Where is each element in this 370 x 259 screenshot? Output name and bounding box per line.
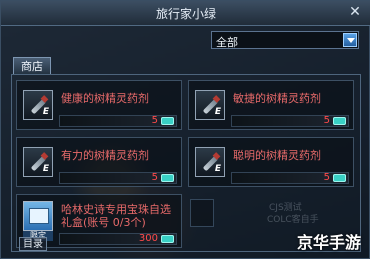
grade-label: E [42, 164, 49, 174]
price-value: 5 [323, 115, 330, 126]
list-item[interactable]: E 聪明的树精灵药剂 5 [188, 137, 354, 187]
price-bar: 5 [59, 172, 177, 184]
list-item[interactable]: E 敏捷的树精灵药剂 5 [188, 80, 354, 130]
title-bar: 旅行家小绿 ✕ [1, 1, 370, 26]
item-name: 聪明的树精灵药剂 [233, 149, 321, 162]
empty-slot [190, 199, 214, 227]
item-name: 敏捷的树精灵药剂 [233, 92, 321, 105]
site-watermark: 京华手游 [296, 233, 361, 252]
price-value: 5 [151, 115, 158, 126]
grade-label: E [214, 107, 221, 117]
background-text: COLC客自手 [267, 215, 319, 225]
grade-label: E [214, 164, 221, 174]
item-list: E 健康的树精灵药剂 5 E 敏捷的树精灵药剂 5 E 有力的树精灵药剂 5 E… [11, 74, 361, 252]
category-dropdown[interactable]: 全部 [211, 31, 359, 49]
price-bar: 5 [231, 115, 349, 127]
coin-icon [161, 117, 174, 125]
price-value: 300 [138, 233, 158, 244]
window-title: 旅行家小绿 [155, 7, 216, 21]
potion-icon: E [23, 90, 53, 120]
price-value: 5 [151, 172, 158, 183]
coin-icon [333, 117, 346, 125]
price-bar: 300 [59, 233, 177, 245]
price-bar: 5 [59, 115, 177, 127]
grade-label: E [42, 107, 49, 117]
chevron-down-icon[interactable] [343, 33, 357, 47]
list-item[interactable]: E 有力的树精灵药剂 5 [16, 137, 182, 187]
item-name: 健康的树精灵药剂 [61, 92, 149, 105]
dropdown-selected-value: 全部 [216, 36, 238, 49]
coin-icon [161, 235, 174, 243]
list-item[interactable]: E 健康的树精灵药剂 5 [16, 80, 182, 130]
price-value: 5 [323, 172, 330, 183]
close-icon[interactable]: ✕ [347, 4, 363, 20]
shop-window: 旅行家小绿 ✕ 全部 商店 E 健康的树精灵药剂 5 E 敏捷的树精灵药剂 5 … [0, 0, 370, 259]
tab-shop[interactable]: 商店 [13, 57, 51, 74]
coin-icon [333, 174, 346, 182]
item-name: 有力的树精灵药剂 [61, 149, 149, 162]
potion-icon: E [23, 147, 53, 177]
potion-icon: E [195, 147, 225, 177]
catalog-button[interactable]: 目录 [19, 237, 47, 251]
coin-icon [161, 174, 174, 182]
price-bar: 5 [231, 172, 349, 184]
item-name: 哈林史诗专用宝珠自选礼盒(账号 0/3个) [61, 203, 171, 229]
potion-icon: E [195, 90, 225, 120]
gift-box-icon [23, 201, 53, 231]
